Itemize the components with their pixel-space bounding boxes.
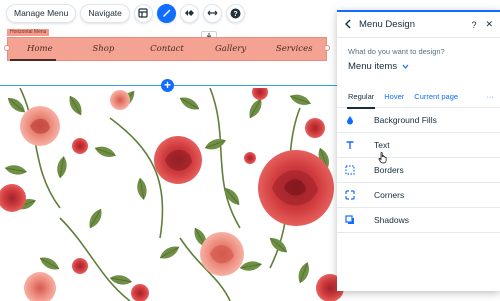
menu-item-shop[interactable]: Shop bbox=[72, 37, 136, 61]
corners-icon bbox=[345, 190, 365, 200]
help-icon[interactable]: ? bbox=[225, 3, 245, 23]
resize-handle-left[interactable] bbox=[4, 45, 10, 51]
menu-item-contact[interactable]: Contact bbox=[135, 37, 199, 61]
menu-item-home[interactable]: Home bbox=[8, 37, 72, 61]
dotted-border-icon bbox=[345, 165, 365, 175]
hand-cursor-icon bbox=[378, 151, 388, 169]
design-target-dropdown[interactable]: Menu items bbox=[337, 56, 500, 72]
svg-text:?: ? bbox=[233, 11, 237, 18]
paint-drop-icon bbox=[345, 115, 365, 125]
menu-element-toolbar: Manage Menu Navigate ? bbox=[6, 3, 245, 23]
navigate-button[interactable]: Navigate bbox=[80, 3, 130, 23]
row-borders[interactable]: Borders bbox=[337, 158, 500, 183]
tab-regular[interactable]: Regular bbox=[343, 86, 379, 109]
menu-element-tag: Horizontal Menu bbox=[7, 29, 50, 36]
editor-canvas[interactable]: + Manage Menu Navigate ? Horizontal Menu… bbox=[0, 0, 500, 301]
chevron-down-icon bbox=[402, 62, 409, 71]
panel-title: Menu Design bbox=[359, 19, 415, 30]
design-target-label: What do you want to design? bbox=[348, 47, 445, 56]
dropdown-value: Menu items bbox=[348, 61, 398, 72]
row-text[interactable]: Text bbox=[337, 133, 500, 158]
close-icon[interactable]: ✕ bbox=[485, 19, 493, 30]
more-tabs-button[interactable]: ··· bbox=[487, 92, 495, 101]
panel-header: Menu Design ? ✕ bbox=[337, 12, 500, 38]
tab-hover[interactable]: Hover bbox=[379, 86, 409, 108]
shadow-box-icon bbox=[345, 215, 365, 225]
state-tabs: Regular Hover Current page ··· bbox=[337, 86, 500, 109]
back-chevron-icon[interactable] bbox=[344, 16, 351, 34]
menu-design-panel: Menu Design ? ✕ What do you want to desi… bbox=[337, 10, 500, 291]
row-label: Corners bbox=[374, 190, 405, 200]
row-corners[interactable]: Corners bbox=[337, 183, 500, 208]
menu-item-gallery[interactable]: Gallery bbox=[199, 37, 263, 61]
tab-current-page[interactable]: Current page bbox=[409, 86, 463, 108]
help-question-icon[interactable]: ? bbox=[471, 20, 476, 30]
resize-handle-right[interactable] bbox=[324, 45, 330, 51]
animation-icon[interactable] bbox=[179, 3, 199, 23]
row-label: Background Fills bbox=[374, 115, 437, 125]
text-t-icon bbox=[345, 140, 365, 150]
menu-item-services[interactable]: Services bbox=[262, 37, 326, 61]
row-shadows[interactable]: Shadows bbox=[337, 208, 500, 233]
manage-menu-button[interactable]: Manage Menu bbox=[6, 3, 77, 23]
stretch-icon[interactable] bbox=[202, 3, 222, 23]
row-background-fills[interactable]: Background Fills bbox=[337, 108, 500, 133]
row-label: Shadows bbox=[374, 215, 409, 225]
layout-icon[interactable] bbox=[133, 3, 153, 23]
design-brush-icon[interactable] bbox=[156, 3, 176, 23]
row-label: Text bbox=[374, 140, 390, 150]
add-section-button[interactable]: + bbox=[161, 79, 174, 92]
horizontal-menu[interactable]: Home Shop Contact Gallery Services bbox=[7, 37, 327, 61]
